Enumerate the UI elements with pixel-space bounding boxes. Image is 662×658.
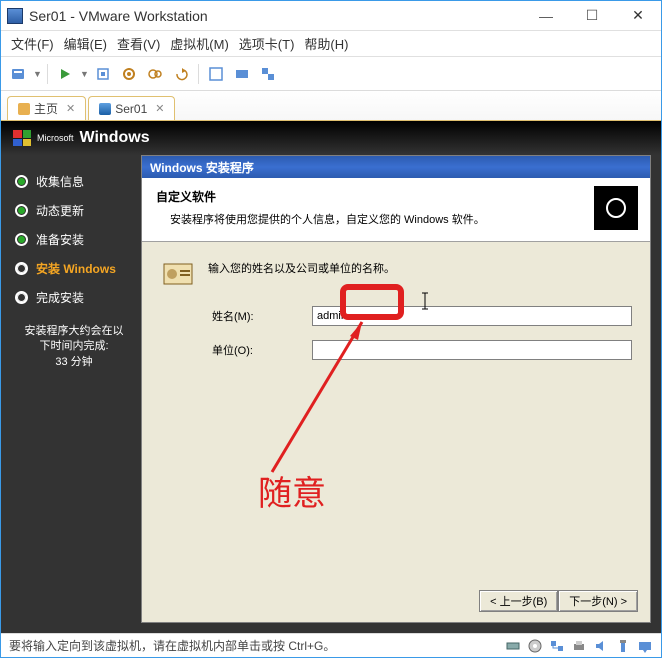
step-label: 安装 Windows	[36, 260, 116, 277]
usb-icon[interactable]	[615, 638, 631, 654]
menu-vm[interactable]: 虚拟机(M)	[170, 34, 229, 53]
annotation-text: 随意	[258, 466, 326, 515]
tab-home[interactable]: 主页 ✕	[7, 96, 86, 120]
vm-content[interactable]: Microsoft Windows 收集信息 动态更新 准备安装	[1, 121, 661, 633]
name-input[interactable]	[312, 306, 632, 326]
vmware-app-icon	[7, 8, 23, 24]
wizard-buttons: < 上一步(B) 下一步(N) >	[479, 590, 638, 612]
wizard-header: 自定义软件 安装程序将使用您提供的个人信息，自定义您的 Windows 软件。	[142, 178, 650, 242]
wizard-content: 输入您的姓名以及公司或单位的名称。 姓名(M): 单位(O):	[142, 242, 650, 388]
statusbar: 要将输入定向到该虚拟机，请在虚拟机内部单击或按 Ctrl+G。	[1, 633, 661, 657]
power-on-icon[interactable]	[54, 63, 76, 85]
wizard-prompt: 输入您的姓名以及公司或单位的名称。	[208, 256, 395, 276]
windows-flag-icon	[13, 130, 31, 146]
back-button[interactable]: < 上一步(B)	[479, 590, 558, 612]
step-label: 动态更新	[36, 202, 84, 219]
library-icon[interactable]	[7, 63, 29, 85]
installer-body: 收集信息 动态更新 准备安装 安装 Windows 完成安装	[1, 155, 661, 633]
message-icon[interactable]	[637, 638, 653, 654]
unity-icon[interactable]	[257, 63, 279, 85]
menu-file[interactable]: 文件(F)	[11, 34, 54, 53]
wizard-heading: 自定义软件	[156, 188, 636, 205]
name-label: 姓名(M):	[212, 308, 312, 324]
send-cad-icon[interactable]	[92, 63, 114, 85]
vm-icon	[99, 103, 111, 115]
step-label: 准备安装	[36, 231, 84, 248]
step-label: 完成安装	[36, 289, 84, 306]
fullscreen-icon[interactable]	[231, 63, 253, 85]
org-label: 单位(O):	[212, 342, 312, 358]
toolbar: ▼ ▼	[1, 57, 661, 91]
home-icon	[18, 103, 30, 115]
menu-view[interactable]: 查看(V)	[117, 34, 160, 53]
radio-done-icon	[15, 175, 28, 188]
snapshot-icon[interactable]	[118, 63, 140, 85]
tabs-bar: 主页 ✕ Ser01 ✕	[1, 91, 661, 121]
sound-icon[interactable]	[593, 638, 609, 654]
window-title: Ser01 - VMware Workstation	[29, 8, 523, 24]
maximize-button[interactable]: ☐	[569, 1, 615, 31]
step-collect-info: 收集信息	[15, 173, 133, 190]
menu-help[interactable]: 帮助(H)	[304, 34, 348, 53]
cdrom-icon[interactable]	[527, 638, 543, 654]
brand-prefix: Microsoft	[37, 134, 74, 143]
close-icon[interactable]: ✕	[66, 102, 75, 115]
dropdown-arrow-icon[interactable]: ▼	[80, 69, 88, 79]
wizard-titlebar: Windows 安装程序	[142, 156, 650, 178]
menu-tabs[interactable]: 选项卡(T)	[239, 34, 295, 53]
org-input[interactable]	[312, 340, 632, 360]
user-id-icon	[160, 256, 196, 292]
window-controls: — ☐ ✕	[523, 1, 661, 31]
step-label: 收集信息	[36, 173, 84, 190]
harddisk-icon[interactable]	[505, 638, 521, 654]
tab-home-label: 主页	[34, 100, 58, 117]
revert-icon[interactable]	[170, 63, 192, 85]
network-icon[interactable]	[549, 638, 565, 654]
install-sidebar: 收集信息 动态更新 准备安装 安装 Windows 完成安装	[1, 155, 141, 633]
status-text: 要将输入定向到该虚拟机，请在虚拟机内部单击或按 Ctrl+G。	[9, 637, 505, 654]
menubar: 文件(F) 编辑(E) 查看(V) 虚拟机(M) 选项卡(T) 帮助(H)	[1, 31, 661, 57]
separator	[198, 64, 199, 84]
snapshot-manage-icon[interactable]	[144, 63, 166, 85]
install-disc-icon	[594, 186, 638, 230]
radio-pending-icon	[15, 291, 28, 304]
minimize-button[interactable]: —	[523, 1, 569, 31]
printer-icon[interactable]	[571, 638, 587, 654]
fit-window-icon[interactable]	[205, 63, 227, 85]
next-button[interactable]: 下一步(N) >	[558, 590, 638, 612]
brand-name: Windows	[80, 129, 150, 147]
vmware-window: Ser01 - VMware Workstation — ☐ ✕ 文件(F) 编…	[0, 0, 662, 658]
completion-estimate: 安装程序大约会在以 下时间内完成: 33 分钟	[15, 324, 133, 370]
step-install-windows: 安装 Windows	[15, 260, 133, 277]
tab-ser01[interactable]: Ser01 ✕	[88, 96, 175, 120]
wizard-subheading: 安装程序将使用您提供的个人信息，自定义您的 Windows 软件。	[156, 211, 636, 227]
step-dynamic-update: 动态更新	[15, 202, 133, 219]
close-icon[interactable]: ✕	[155, 102, 164, 115]
radio-done-icon	[15, 204, 28, 217]
setup-wizard: Windows 安装程序 自定义软件 安装程序将使用您提供的个人信息，自定义您的…	[141, 155, 651, 623]
close-button[interactable]: ✕	[615, 1, 661, 31]
status-tray	[505, 638, 653, 654]
tab-vm-label: Ser01	[115, 102, 147, 116]
radio-done-icon	[15, 233, 28, 246]
separator	[47, 64, 48, 84]
text-cursor-icon	[420, 292, 430, 310]
step-prepare: 准备安装	[15, 231, 133, 248]
menu-edit[interactable]: 编辑(E)	[64, 34, 107, 53]
dropdown-arrow-icon[interactable]: ▼	[33, 69, 41, 79]
windows-brand-header: Microsoft Windows	[1, 121, 661, 155]
titlebar: Ser01 - VMware Workstation — ☐ ✕	[1, 1, 661, 31]
step-finish: 完成安装	[15, 289, 133, 306]
radio-active-icon	[15, 262, 28, 275]
